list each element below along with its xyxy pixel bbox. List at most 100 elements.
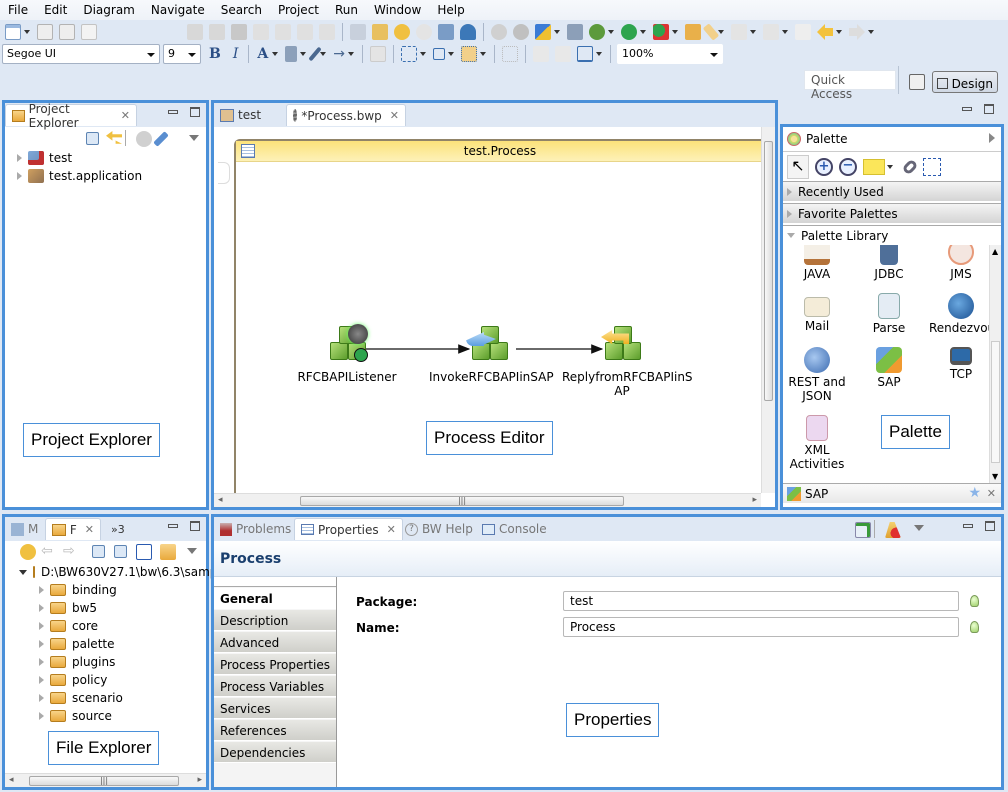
section-tab-services[interactable]: Services (214, 697, 336, 719)
expand-icon[interactable] (39, 676, 44, 684)
section-tab-description[interactable]: Description (214, 609, 336, 631)
expand-icon[interactable] (39, 586, 44, 594)
print-icon[interactable] (81, 24, 97, 40)
link-tool-icon[interactable] (901, 158, 919, 175)
palette-scroll-thumb[interactable] (991, 341, 1000, 463)
lightbulb-hint-icon[interactable] (970, 595, 979, 607)
highlighter-icon[interactable] (702, 23, 720, 41)
name-field[interactable]: Process (563, 617, 959, 637)
palette-item-sap[interactable]: SAP (857, 347, 921, 389)
menu-search[interactable]: Search (213, 0, 270, 17)
font-color-button[interactable]: A (257, 46, 268, 62)
expand-icon[interactable] (39, 622, 44, 630)
palette-item-rest-json[interactable]: REST and JSON (785, 347, 849, 403)
palette-item-rendezvous[interactable]: Rendezvou (929, 293, 995, 335)
forward-dropdown-icon[interactable] (868, 30, 874, 34)
maximize-icon[interactable] (190, 521, 200, 531)
tree-item-folder[interactable]: scenario (39, 689, 206, 707)
tab-test[interactable]: test (214, 104, 284, 126)
minimize-icon[interactable] (962, 107, 972, 111)
palette-item-java[interactable]: JAVA (785, 245, 849, 281)
collapse-all-icon[interactable] (86, 132, 99, 145)
expand-icon[interactable] (39, 640, 44, 648)
view-menu-icon[interactable] (189, 135, 199, 141)
font-name-select[interactable]: Segoe UI (2, 44, 160, 64)
tree-item-test-application[interactable]: test.application (17, 167, 206, 185)
filter-icon[interactable] (136, 131, 152, 147)
drop-to-frame-icon[interactable] (350, 24, 366, 40)
distribute-icon[interactable] (460, 46, 477, 62)
fit-icon[interactable] (136, 544, 152, 560)
activity-replyfromrfcbapiinsap[interactable]: ReplyfromRFCBAPIinS AP (562, 322, 693, 398)
back-icon[interactable] (817, 24, 833, 40)
undo-icon[interactable] (394, 24, 410, 40)
activity-invokerfcbapiinsap[interactable]: InvokeRFCBAPIinSAP (429, 322, 554, 384)
line-color-dropdown-icon[interactable] (320, 52, 327, 56)
editor-canvas[interactable]: test.Process RFCBAPIListener InvokeRFCBA… (214, 127, 775, 507)
design-perspective-button[interactable]: Design (932, 71, 998, 93)
maximize-icon[interactable] (190, 107, 200, 117)
step-return-icon[interactable] (319, 24, 335, 40)
tree-item-folder[interactable]: source (39, 707, 206, 725)
settings-icon[interactable] (491, 24, 507, 40)
line-style-icon[interactable]: → (333, 46, 345, 62)
tab-bw-help[interactable]: ? BW Help (399, 518, 479, 540)
highlighter-dropdown-icon[interactable] (718, 30, 724, 34)
tab-properties[interactable]: Properties ✕ (294, 518, 403, 540)
layout-icon[interactable] (576, 46, 593, 62)
debug-icon[interactable] (589, 24, 605, 40)
section-tab-references[interactable]: References (214, 719, 336, 741)
suspend-icon[interactable] (209, 24, 225, 40)
expand-icon[interactable] (39, 712, 44, 720)
collapse-icon[interactable] (19, 569, 27, 575)
scroll-left-icon[interactable]: ◂ (218, 495, 223, 505)
zoom-out-icon[interactable]: − (839, 157, 857, 176)
debug-dropdown-icon[interactable] (608, 30, 614, 34)
pin-icon[interactable] (153, 131, 169, 147)
refresh-icon[interactable] (20, 544, 36, 560)
vertical-scroll-thumb[interactable] (764, 141, 773, 401)
tree-item-test[interactable]: test (17, 149, 206, 167)
view-menu-icon[interactable] (914, 525, 924, 531)
redo-icon[interactable] (416, 24, 432, 40)
next-annotation-dropdown-icon[interactable] (750, 30, 756, 34)
section-tab-dependencies[interactable]: Dependencies (214, 741, 336, 763)
fill-color-icon[interactable] (285, 46, 298, 62)
save-all-icon[interactable] (59, 24, 75, 40)
scroll-right-icon[interactable]: ▸ (197, 775, 202, 785)
tree-item-folder[interactable]: bw5 (39, 599, 206, 617)
last-edit-icon[interactable] (795, 24, 811, 40)
scroll-down-icon[interactable]: ▼ (992, 472, 998, 481)
pin-view-icon[interactable] (855, 522, 871, 538)
menu-project[interactable]: Project (270, 0, 327, 17)
expand-icon[interactable] (39, 658, 44, 666)
palette-item-jms[interactable]: JMS (929, 245, 993, 281)
next-annotation-icon[interactable] (731, 24, 747, 40)
palette-item-xml-activities[interactable]: XML Activities (785, 415, 849, 471)
marquee-tool-icon[interactable] (923, 157, 941, 176)
run-dropdown-icon[interactable] (640, 30, 646, 34)
scroll-right-icon[interactable]: ▸ (752, 495, 757, 505)
expand-icon[interactable] (39, 694, 44, 702)
palette-item-parse[interactable]: Parse (857, 293, 921, 335)
run-external-dropdown-icon[interactable] (672, 30, 678, 34)
copy-format-icon[interactable] (369, 46, 386, 62)
minimize-icon[interactable] (168, 524, 178, 528)
distribute-dropdown-icon[interactable] (479, 52, 486, 56)
section-tab-general[interactable]: General (214, 587, 336, 609)
minimize-icon[interactable] (963, 524, 973, 528)
arrange-all-icon[interactable] (400, 46, 417, 62)
connect-icon[interactable] (532, 46, 549, 62)
step-into-icon[interactable] (275, 24, 291, 40)
forward-icon[interactable] (849, 24, 865, 40)
tab-console[interactable]: Console (476, 518, 553, 540)
menu-help[interactable]: Help (429, 0, 472, 17)
tab-m[interactable]: M (5, 518, 45, 540)
export-icon[interactable] (460, 24, 476, 40)
menu-edit[interactable]: Edit (36, 0, 75, 17)
forward-nav-icon[interactable]: ⇨ (63, 543, 75, 559)
quick-access-input[interactable]: Quick Access (804, 70, 896, 101)
palette-collapse-icon[interactable] (989, 133, 995, 143)
tree-item-root[interactable]: D:\BW630V27.1\bw\6.3\samp (19, 563, 217, 581)
section-tab-process-variables[interactable]: Process Variables (214, 675, 336, 697)
